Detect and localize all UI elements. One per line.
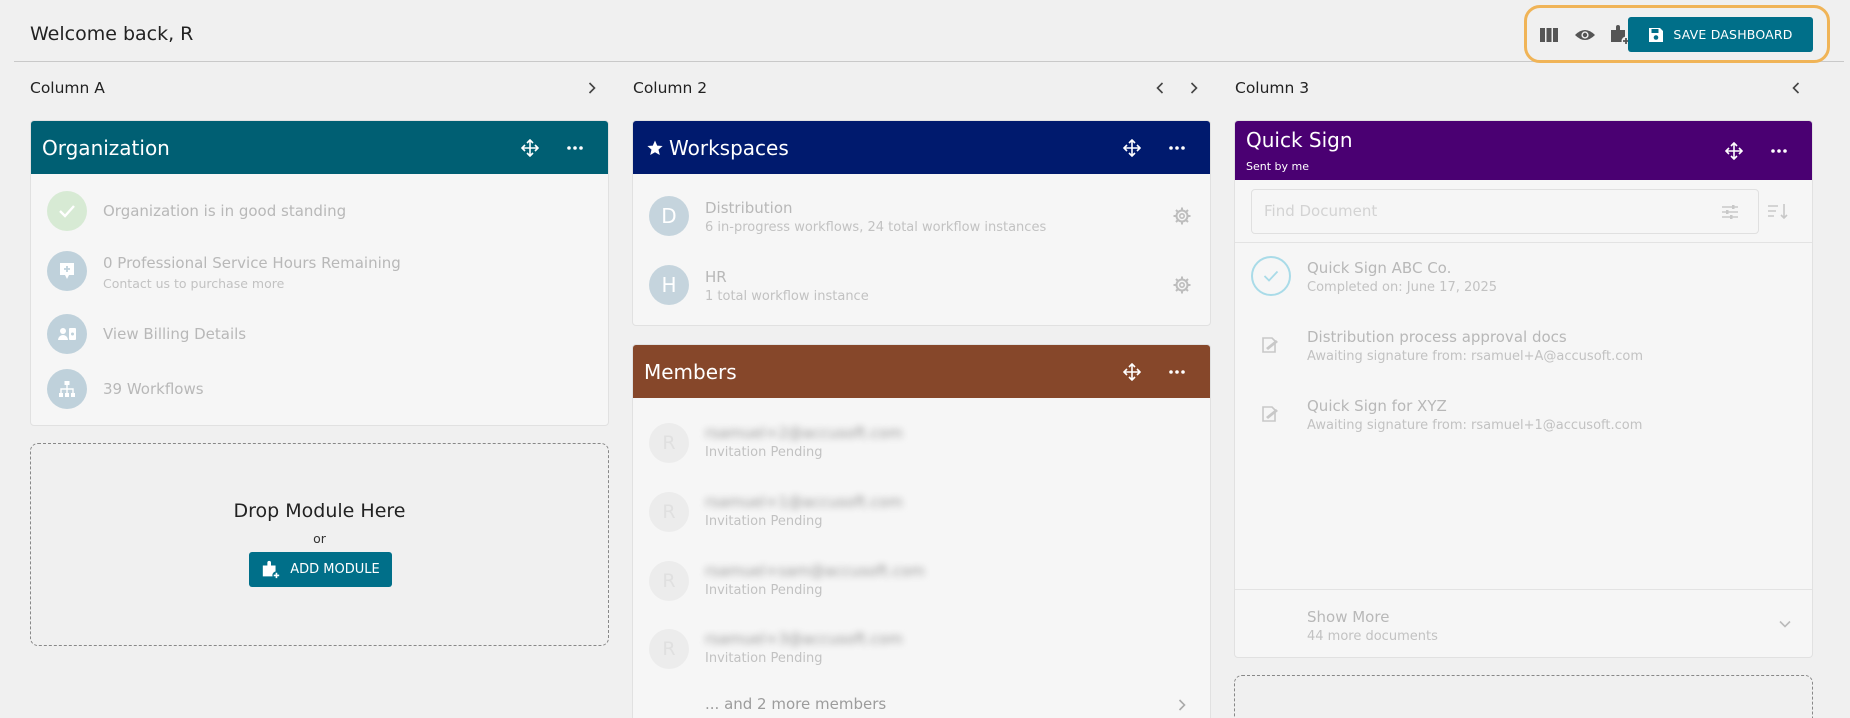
members-card-title: Members <box>644 360 737 384</box>
workspace-name[interactable]: HR <box>705 268 727 286</box>
quick-sign-doc-title[interactable]: Distribution process approval docs <box>1307 328 1567 346</box>
column-3-title: Column 3 <box>1235 79 1310 97</box>
quick-sign-doc-title[interactable]: Quick Sign for XYZ <box>1307 397 1447 415</box>
column-2-move-left-icon[interactable] <box>1150 78 1170 98</box>
organization-card-header: Organization <box>31 121 608 174</box>
drag-move-icon[interactable] <box>1720 137 1748 165</box>
divider <box>1235 589 1812 590</box>
chevron-right-icon[interactable] <box>1168 691 1196 718</box>
filter-sliders-icon[interactable] <box>1716 198 1744 226</box>
more-options-icon[interactable] <box>1163 134 1191 162</box>
member-email: rsamuel+3@accusoft.com <box>705 630 903 648</box>
favorite-star-icon[interactable] <box>641 134 669 162</box>
drop-module-title: Drop Module Here <box>233 500 406 522</box>
completed-check-icon <box>1251 256 1291 296</box>
quick-sign-doc-title[interactable]: Quick Sign ABC Co. <box>1307 259 1451 277</box>
service-hours-text: 0 Professional Service Hours Remaining <box>103 254 401 272</box>
workspace-detail: 6 in-progress workflows, 24 total workfl… <box>705 220 1047 235</box>
member-avatar: R <box>649 561 689 601</box>
check-icon <box>47 191 87 231</box>
more-options-icon[interactable] <box>1765 137 1793 165</box>
quick-sign-doc-detail: Awaiting signature from: rsamuel+A@accus… <box>1307 349 1643 364</box>
quick-sign-subtitle: Sent by me <box>1246 160 1310 173</box>
add-module-icon <box>263 560 281 580</box>
add-module-label: ADD MODULE <box>290 562 380 577</box>
workflow-hierarchy-icon <box>47 369 87 409</box>
show-more-link[interactable]: Show More <box>1307 608 1389 626</box>
column-3-move-left-icon[interactable] <box>1786 78 1806 98</box>
workspaces-card: Workspaces D Distribution 6 in-progress … <box>632 120 1211 326</box>
preview-eye-icon[interactable] <box>1572 22 1598 48</box>
organization-card-title: Organization <box>42 136 170 160</box>
more-options-icon[interactable] <box>561 134 589 162</box>
workflows-count-text: 39 Workflows <box>103 380 204 398</box>
workspace-settings-gear-icon[interactable] <box>1168 202 1196 230</box>
billing-icon[interactable] <box>47 314 87 354</box>
column-a-move-right-icon[interactable] <box>582 78 602 98</box>
org-standing-text: Organization is in good standing <box>103 202 347 220</box>
billing-details-link[interactable]: View Billing Details <box>103 325 246 343</box>
workspace-avatar: D <box>649 196 689 236</box>
drag-move-icon[interactable] <box>1118 358 1146 386</box>
show-more-count: 44 more documents <box>1307 629 1438 644</box>
organization-card: Organization Organization is in good sta… <box>30 120 609 426</box>
members-card-header: Members <box>633 345 1210 398</box>
drop-module-zone[interactable] <box>1234 675 1813 718</box>
drop-module-or: or <box>313 531 326 546</box>
save-dashboard-button[interactable]: SAVE DASHBOARD <box>1628 17 1813 52</box>
member-status: Invitation Pending <box>705 651 823 666</box>
add-module-button[interactable]: ADD MODULE <box>249 552 392 587</box>
drag-move-icon[interactable] <box>1118 134 1146 162</box>
workspace-name[interactable]: Distribution <box>705 199 793 217</box>
quick-sign-card-title: Quick Sign <box>1246 128 1353 152</box>
save-dashboard-label: SAVE DASHBOARD <box>1673 27 1793 42</box>
find-document-input[interactable] <box>1264 202 1684 220</box>
workspace-detail: 1 total workflow instance <box>705 289 869 304</box>
find-document-search[interactable] <box>1251 189 1759 234</box>
divider <box>1235 242 1812 243</box>
column-a-title: Column A <box>30 79 105 97</box>
save-disk-icon <box>1649 27 1664 42</box>
column-2-move-right-icon[interactable] <box>1184 78 1204 98</box>
more-members-link[interactable]: ... and 2 more members <box>705 695 886 713</box>
drop-module-zone[interactable]: Drop Module Here or ADD MODULE <box>30 443 609 646</box>
sort-icon[interactable] <box>1764 197 1792 225</box>
member-status: Invitation Pending <box>705 445 823 460</box>
members-card: Members R rsamuel+2@accusoft.com Invitat… <box>632 344 1211 718</box>
member-avatar: R <box>649 423 689 463</box>
workspaces-card-header: Workspaces <box>633 121 1210 174</box>
member-email: rsamuel+sam@accusoft.com <box>705 562 925 580</box>
signature-pending-icon <box>1257 400 1285 428</box>
member-email: rsamuel+1@accusoft.com <box>705 493 903 511</box>
workspace-avatar: H <box>649 265 689 305</box>
chevron-down-icon[interactable] <box>1771 610 1799 638</box>
quick-sign-doc-detail: Awaiting signature from: rsamuel+1@accus… <box>1307 418 1643 433</box>
signature-pending-icon <box>1257 331 1285 359</box>
member-avatar: R <box>649 629 689 669</box>
quick-sign-doc-detail: Completed on: June 17, 2025 <box>1307 280 1498 295</box>
more-options-icon[interactable] <box>1163 358 1191 386</box>
workspaces-card-title: Workspaces <box>669 136 789 160</box>
drag-move-icon[interactable] <box>516 134 544 162</box>
member-avatar: R <box>649 492 689 532</box>
service-hours-subtext: Contact us to purchase more <box>103 276 285 291</box>
member-email: rsamuel+2@accusoft.com <box>705 424 903 442</box>
column-2-title: Column 2 <box>633 79 708 97</box>
member-status: Invitation Pending <box>705 514 823 529</box>
columns-layout-icon[interactable] <box>1536 22 1562 48</box>
welcome-message: Welcome back, R <box>30 23 194 45</box>
service-hours-icon <box>47 251 87 291</box>
workspace-settings-gear-icon[interactable] <box>1168 271 1196 299</box>
quick-sign-card-header: Quick Sign Sent by me <box>1235 121 1812 180</box>
member-status: Invitation Pending <box>705 583 823 598</box>
